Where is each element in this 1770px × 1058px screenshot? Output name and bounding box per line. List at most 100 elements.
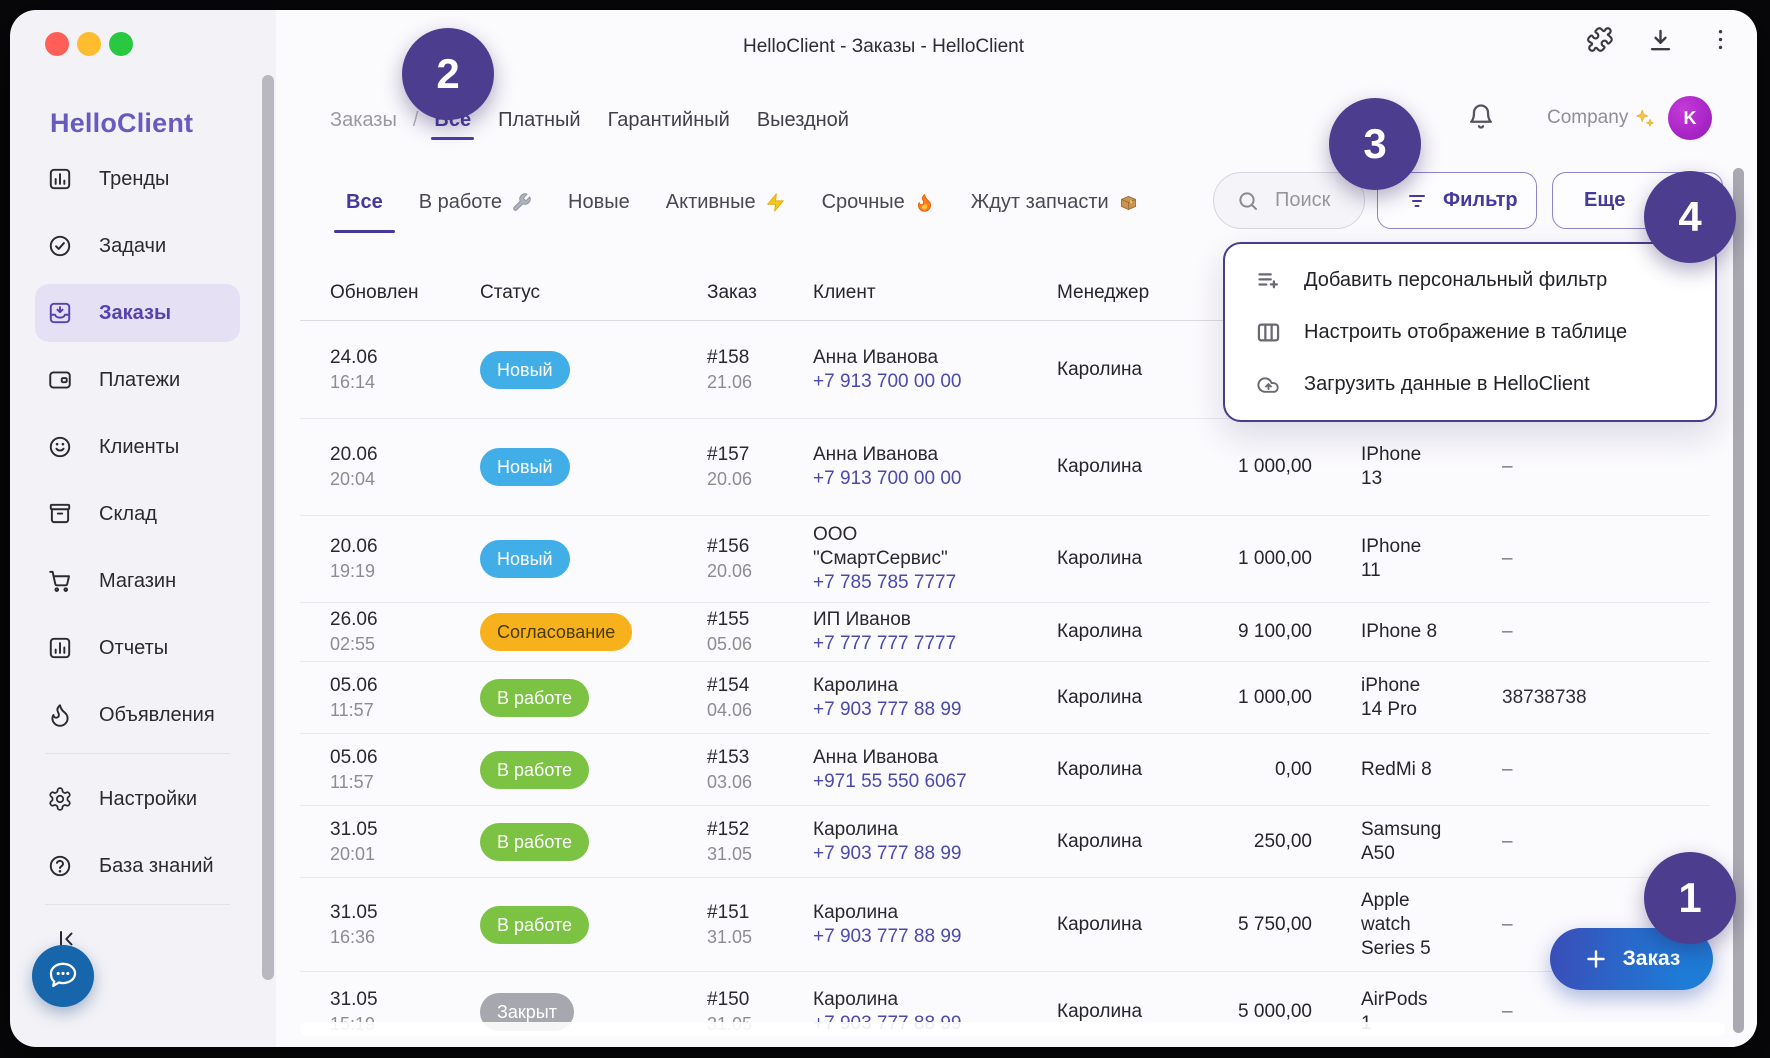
table-row[interactable]: 26.06 02:55 Согласование #155 05.06 ИП И… xyxy=(300,603,1710,662)
order-cell: #155 05.06 xyxy=(707,608,813,656)
notifications-bell-icon[interactable] xyxy=(1466,101,1496,131)
status-badge: В работе xyxy=(480,823,589,861)
report-icon xyxy=(47,635,73,661)
table-row[interactable]: 05.06 11:57 В работе #154 04.06 Каролина… xyxy=(300,662,1710,734)
table-row[interactable]: 20.06 20:04 Новый #157 20.06 Анна Иванов… xyxy=(300,419,1710,516)
sidebar-item[interactable]: Тренды xyxy=(35,150,240,208)
status-badge: Новый xyxy=(480,540,570,578)
sidebar-item-label: Задачи xyxy=(99,235,166,258)
breadcrumb-orders[interactable]: Заказы xyxy=(330,106,397,134)
table-row[interactable]: 20.06 19:19 Новый #156 20.06 ООО "СмартС… xyxy=(300,516,1710,603)
sidebar-item[interactable]: Клиенты xyxy=(35,418,240,476)
download-icon[interactable] xyxy=(1647,27,1674,54)
manager-cell: Каролина xyxy=(1057,830,1210,854)
sidebar-item[interactable]: Заказы xyxy=(35,284,240,342)
dropdown-menu-item[interactable]: Добавить персональный фильтр xyxy=(1225,256,1715,304)
manager-cell: Каролина xyxy=(1057,686,1210,710)
filter-chip[interactable]: Активные xyxy=(666,189,786,215)
status-cell: В работе xyxy=(480,906,707,944)
close-window-button[interactable] xyxy=(45,32,69,56)
horizontal-scrollbar[interactable] xyxy=(300,1022,1725,1036)
minimize-window-button[interactable] xyxy=(77,32,101,56)
extra-cell: – xyxy=(1490,1000,1710,1024)
sidebar-item[interactable]: Настройки xyxy=(35,770,240,828)
client-phone-link[interactable]: +971 55 550 6067 xyxy=(813,770,993,794)
filter-chip[interactable]: Все xyxy=(346,189,383,215)
updated-cell: 05.06 11:57 xyxy=(300,674,480,722)
filter-chip-label: Активные xyxy=(666,189,756,215)
support-chat-button[interactable] xyxy=(32,945,94,1007)
sidebar-item[interactable]: Платежи xyxy=(35,351,240,409)
sidebar-item[interactable]: Магазин xyxy=(35,552,240,610)
table-row[interactable]: 31.05 20:01 В работе #152 31.05 Каролина… xyxy=(300,806,1710,878)
client-phone-link[interactable]: +7 913 700 00 00 xyxy=(813,370,993,394)
column-header-client[interactable]: Клиент xyxy=(813,281,1057,305)
order-type-tab[interactable]: Гарантийный xyxy=(608,106,730,134)
column-header-manager[interactable]: Менеджер xyxy=(1057,281,1210,305)
filter-chip[interactable]: Новые xyxy=(568,189,630,215)
sidebar-item[interactable]: Задачи xyxy=(35,217,240,275)
updated-cell: 26.06 02:55 xyxy=(300,608,480,656)
client-phone-link[interactable]: +7 903 777 88 99 xyxy=(813,925,993,949)
filter-chip[interactable]: В работе xyxy=(419,189,532,215)
table-row[interactable]: 05.06 11:57 В работе #153 03.06 Анна Ива… xyxy=(300,734,1710,806)
status-badge: В работе xyxy=(480,906,589,944)
sidebar-item-label: Заказы xyxy=(99,302,171,325)
app-window: HelloClient - Заказы - HelloClient Hello… xyxy=(10,10,1757,1047)
dropdown-menu-item-label: Загрузить данные в HelloClient xyxy=(1304,373,1590,396)
dropdown-menu-item[interactable]: Настроить отображение в таблице xyxy=(1225,308,1715,356)
annotation-badge: 1 xyxy=(1644,852,1736,944)
annotation-badge: 4 xyxy=(1644,171,1736,263)
dropdown-menu-item[interactable]: Загрузить данные в HelloClient xyxy=(1225,360,1715,408)
device-cell: RedMi 8 xyxy=(1312,758,1490,782)
avatar[interactable]: K xyxy=(1668,96,1712,140)
client-phone-link[interactable]: +7 777 777 7777 xyxy=(813,632,993,656)
order-type-tab[interactable]: Платный xyxy=(498,106,580,134)
annotation-badge: 3 xyxy=(1329,98,1421,190)
client-phone-link[interactable]: +7 903 777 88 99 xyxy=(813,698,993,722)
table-row[interactable]: 31.05 16:36 В работе #151 31.05 Каролина… xyxy=(300,878,1710,972)
column-header-order[interactable]: Заказ xyxy=(707,281,813,305)
sidebar-item[interactable]: Объявления xyxy=(35,686,240,744)
updated-cell: 31.05 16:36 xyxy=(300,901,480,949)
annotation-badge: 2 xyxy=(402,28,494,120)
sidebar-scrollbar[interactable] xyxy=(262,75,274,980)
sidebar-item[interactable]: Отчеты xyxy=(35,619,240,677)
dropdown-menu-item-label: Настроить отображение в таблице xyxy=(1304,321,1627,344)
sidebar-item-label: Объявления xyxy=(99,704,215,727)
extra-cell: – xyxy=(1490,620,1710,644)
columns-icon xyxy=(1255,319,1282,346)
column-header-updated[interactable]: Обновлен xyxy=(300,281,480,305)
sidebar-divider xyxy=(45,904,230,905)
manager-cell: Каролина xyxy=(1057,1000,1210,1024)
device-cell: Apple watch Series 5 xyxy=(1312,889,1490,961)
amount-cell: 1 000,00 xyxy=(1210,686,1312,710)
order-cell: #152 31.05 xyxy=(707,818,813,866)
box-icon xyxy=(47,501,73,527)
status-cell: Новый xyxy=(480,540,707,578)
manager-cell: Каролина xyxy=(1057,455,1210,479)
client-cell: Каролина +7 903 777 88 99 xyxy=(813,901,1057,949)
filter-chip-label: В работе xyxy=(419,189,502,215)
package-icon xyxy=(1118,192,1139,213)
extensions-icon[interactable] xyxy=(1587,26,1614,53)
filter-chip[interactable]: Ждут запчасти xyxy=(971,189,1139,215)
filter-chip-label: Новые xyxy=(568,189,630,215)
sparkle-icon xyxy=(1634,107,1656,129)
updated-cell: 05.06 11:57 xyxy=(300,746,480,794)
order-type-tab[interactable]: Выездной xyxy=(757,106,849,134)
zoom-window-button[interactable] xyxy=(109,32,133,56)
order-cell: #156 20.06 xyxy=(707,535,813,583)
client-phone-link[interactable]: +7 903 777 88 99 xyxy=(813,842,993,866)
client-phone-link[interactable]: +7 913 700 00 00 xyxy=(813,467,993,491)
search-input[interactable]: Поиск xyxy=(1213,172,1365,229)
status-cell: В работе xyxy=(480,751,707,789)
sidebar-item[interactable]: Склад xyxy=(35,485,240,543)
sidebar-item-label: Склад xyxy=(99,503,157,526)
client-phone-link[interactable]: +7 785 785 7777 xyxy=(813,571,993,595)
column-header-status[interactable]: Статус xyxy=(480,281,707,305)
sidebar-item[interactable]: База знаний xyxy=(35,837,240,895)
filter-chip[interactable]: Срочные xyxy=(822,189,935,215)
browser-menu-icon[interactable] xyxy=(1707,26,1734,53)
company-menu[interactable]: Company xyxy=(1547,107,1656,129)
